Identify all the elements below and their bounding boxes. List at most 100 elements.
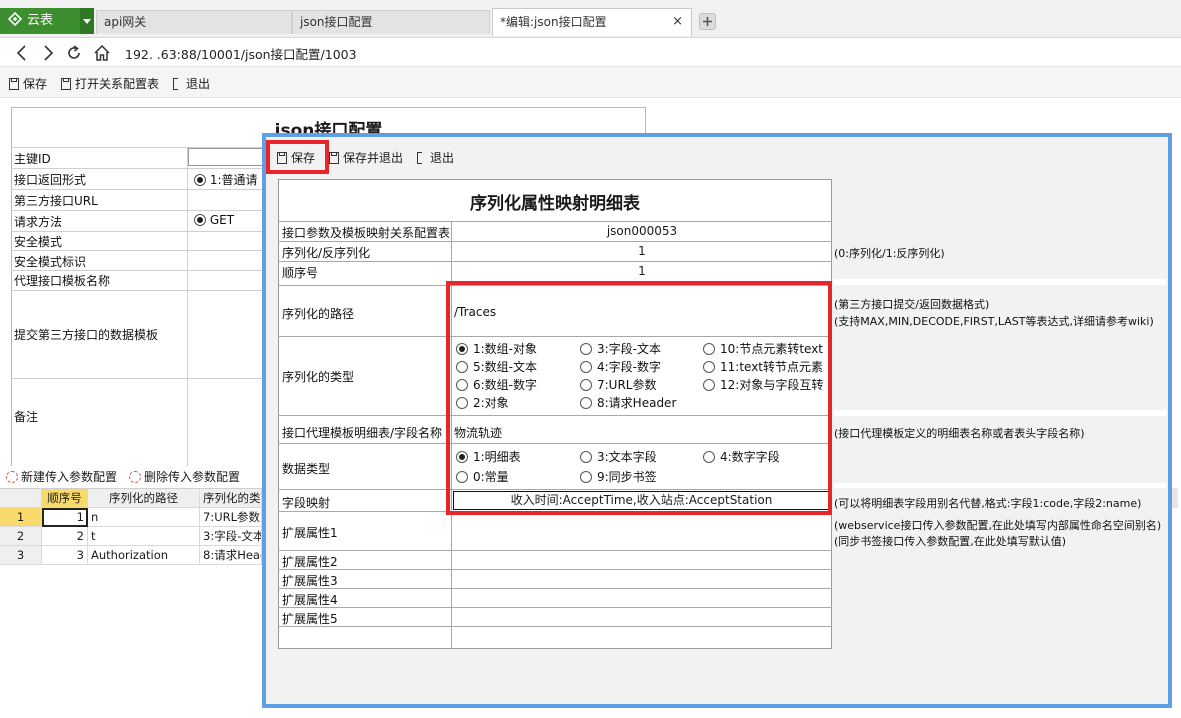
radio-icon: [194, 214, 206, 226]
address-bar: 192. .63:88/10001/json接口配置/1003: [0, 38, 1181, 67]
dialog-exit-button[interactable]: 退出: [416, 149, 454, 166]
chevron-down-icon: [83, 19, 91, 24]
grid-cell-seq[interactable]: 3: [42, 546, 88, 565]
tab-label: json接口配置: [300, 15, 373, 29]
bg-label-submit-template: 提交第三方接口的数据模板: [14, 328, 159, 342]
label-ext2: 扩展属性2: [282, 555, 338, 569]
tab-json-config[interactable]: json接口配置: [292, 10, 490, 34]
label-mapping-table: 接口参数及模板映射关系配置表: [282, 226, 451, 240]
grid-header-type[interactable]: 序列化的类: [200, 489, 262, 508]
main-toolbar: 保存 打开关系配置表 退出: [0, 67, 1181, 98]
hint-ext1-1: (webservice接口传入参数配置,在此处填写内部属性命名空间别名): [834, 519, 1162, 532]
grid-rownum[interactable]: 3: [0, 546, 42, 565]
save-icon: [9, 78, 19, 90]
grid-cell-seq[interactable]: 2: [42, 527, 88, 546]
bg-label-remark: 备注: [14, 410, 39, 424]
close-icon[interactable]: ×: [672, 9, 683, 35]
section-band: [834, 483, 1166, 488]
detail-row-divider: [278, 626, 832, 627]
grid-cell-type[interactable]: 7:URL参数: [200, 508, 262, 527]
back-button[interactable]: [12, 43, 32, 63]
new-param-config-button[interactable]: 新建传入参数配置: [6, 468, 117, 485]
grid-header-seq[interactable]: 顺序号: [42, 489, 88, 508]
request-method-value: GET: [209, 213, 235, 227]
grid-rownum[interactable]: 2: [0, 527, 42, 546]
highlight-fields-box: [446, 281, 832, 515]
label-ext4: 扩展属性4: [282, 593, 338, 607]
detail-row-divider: [278, 261, 832, 262]
hint-serialize: (0:序列化/1:反序列化): [834, 247, 945, 260]
label-proxy-template-field: 接口代理模板明细表/字段名称: [282, 426, 443, 440]
dialog-save-exit-label: 保存并退出: [343, 151, 404, 165]
grid-cell-type[interactable]: 8:请求Head: [200, 546, 262, 565]
label-serialize: 序列化/反序列化: [282, 246, 371, 260]
grid-cell-path[interactable]: n: [88, 508, 200, 527]
url-text[interactable]: 192. .63:88/10001/json接口配置/1003: [125, 44, 357, 63]
detail-row-divider: [278, 550, 832, 551]
detail-row-divider: [278, 221, 832, 222]
open-relation-config-button[interactable]: 打开关系配置表: [61, 75, 159, 92]
highlight-save-box: [266, 140, 329, 174]
grid-header-path[interactable]: 序列化的路径: [88, 489, 200, 508]
section-band: [834, 279, 1166, 285]
primary-key-input[interactable]: [188, 148, 264, 166]
save-icon: [329, 152, 339, 164]
return-form-radio[interactable]: 1:普通请: [194, 171, 258, 188]
tab-api-gateway[interactable]: api网关: [96, 10, 292, 34]
delete-param-config-button[interactable]: 删除传入参数配置: [129, 468, 240, 485]
bg-label-return-form: 接口返回形式: [14, 173, 87, 187]
bg-label-primary-key: 主键ID: [14, 152, 51, 166]
bg-label-security-flag: 安全模式标识: [14, 255, 87, 269]
forward-button[interactable]: [38, 43, 58, 63]
home-button[interactable]: [92, 43, 112, 63]
tab-label: *编辑:json接口配置: [500, 15, 607, 29]
bg-label-security-mode: 安全模式: [14, 235, 63, 249]
dialog-exit-label: 退出: [430, 151, 455, 165]
label-ext3: 扩展属性3: [282, 574, 338, 588]
delete-icon: [129, 471, 141, 483]
hint-proxy-template-field: (接口代理模板定义的明细表名称或者表头字段名称): [834, 427, 1085, 440]
value-order[interactable]: 1: [452, 264, 832, 278]
value-serialize[interactable]: 1: [452, 244, 832, 258]
request-method-radio[interactable]: GET: [194, 213, 234, 227]
reload-button[interactable]: [64, 43, 84, 63]
detail-row-divider: [278, 569, 832, 570]
detail-row-divider: [278, 241, 832, 242]
label-ext5: 扩展属性5: [282, 612, 338, 626]
main-save-button[interactable]: 保存: [9, 75, 47, 92]
open-relation-label: 打开关系配置表: [75, 77, 160, 91]
mapping-detail-dialog: 保存 保存并退出 退出 序列化属性映射明细表 接口参数及模板映射关系配置表 js…: [262, 133, 1172, 708]
grid-cell-type[interactable]: 3:字段-文本: [200, 527, 262, 546]
value-mapping-table[interactable]: json000053: [452, 224, 832, 238]
detail-row-divider: [278, 607, 832, 608]
bg-label-request-method: 请求方法: [14, 215, 63, 229]
brand-menu-button[interactable]: 云表: [0, 8, 80, 34]
save-icon: [61, 78, 71, 90]
delete-param-label: 删除传入参数配置: [144, 470, 241, 484]
label-ext1: 扩展属性1: [282, 526, 338, 540]
hint-ext1-2: (同步书签接口传入参数配置,在此处填写默认值): [834, 535, 1067, 548]
tab-edit-json-config[interactable]: *编辑:json接口配置 ×: [492, 8, 692, 36]
reload-icon: [68, 45, 80, 59]
home-icon: [94, 44, 110, 61]
bg-label-proxy-template: 代理接口模板名称: [14, 274, 111, 288]
grid-cell-path[interactable]: Authorization: [88, 546, 200, 565]
cloud-icon: [8, 12, 22, 26]
label-data-type: 数据类型: [282, 462, 331, 476]
dialog-save-exit-button[interactable]: 保存并退出: [329, 149, 403, 166]
grid-cell-path[interactable]: t: [88, 527, 200, 546]
grid-cell-seq[interactable]: 1: [42, 508, 88, 527]
plus-icon: [703, 17, 712, 26]
param-grid: 顺序号 序列化的路径 序列化的类 1 1 n 7:URL参数 2 2 t 3:字…: [0, 488, 262, 565]
browser-tab-bar: 云表 api网关 json接口配置 *编辑:json接口配置 ×: [0, 0, 1181, 38]
brand-label: 云表: [27, 13, 54, 28]
back-icon: [16, 45, 26, 61]
section-band: [834, 410, 1166, 416]
new-tab-button[interactable]: [699, 13, 716, 30]
main-save-label: 保存: [23, 77, 48, 91]
brand-dropdown-button[interactable]: [80, 8, 94, 34]
grid-rownum[interactable]: 1: [0, 508, 42, 527]
main-exit-button[interactable]: 退出: [172, 75, 210, 92]
hint-path-2: (支持MAX,MIN,DECODE,FIRST,LAST等表达式,详细请参考wi…: [834, 315, 1154, 328]
tab-label: api网关: [104, 15, 147, 29]
